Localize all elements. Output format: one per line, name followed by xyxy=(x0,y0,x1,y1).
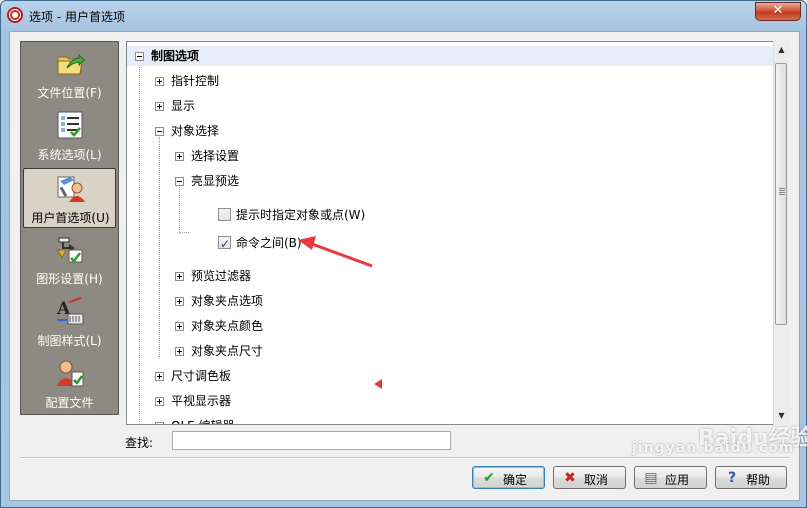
annotation-overlay xyxy=(298,236,382,389)
annotation-marker xyxy=(374,379,382,389)
annotation-arrow xyxy=(311,242,373,268)
watermark-url: jingyan.baidu.com xyxy=(632,440,795,456)
annotation-arrowhead xyxy=(298,236,316,250)
